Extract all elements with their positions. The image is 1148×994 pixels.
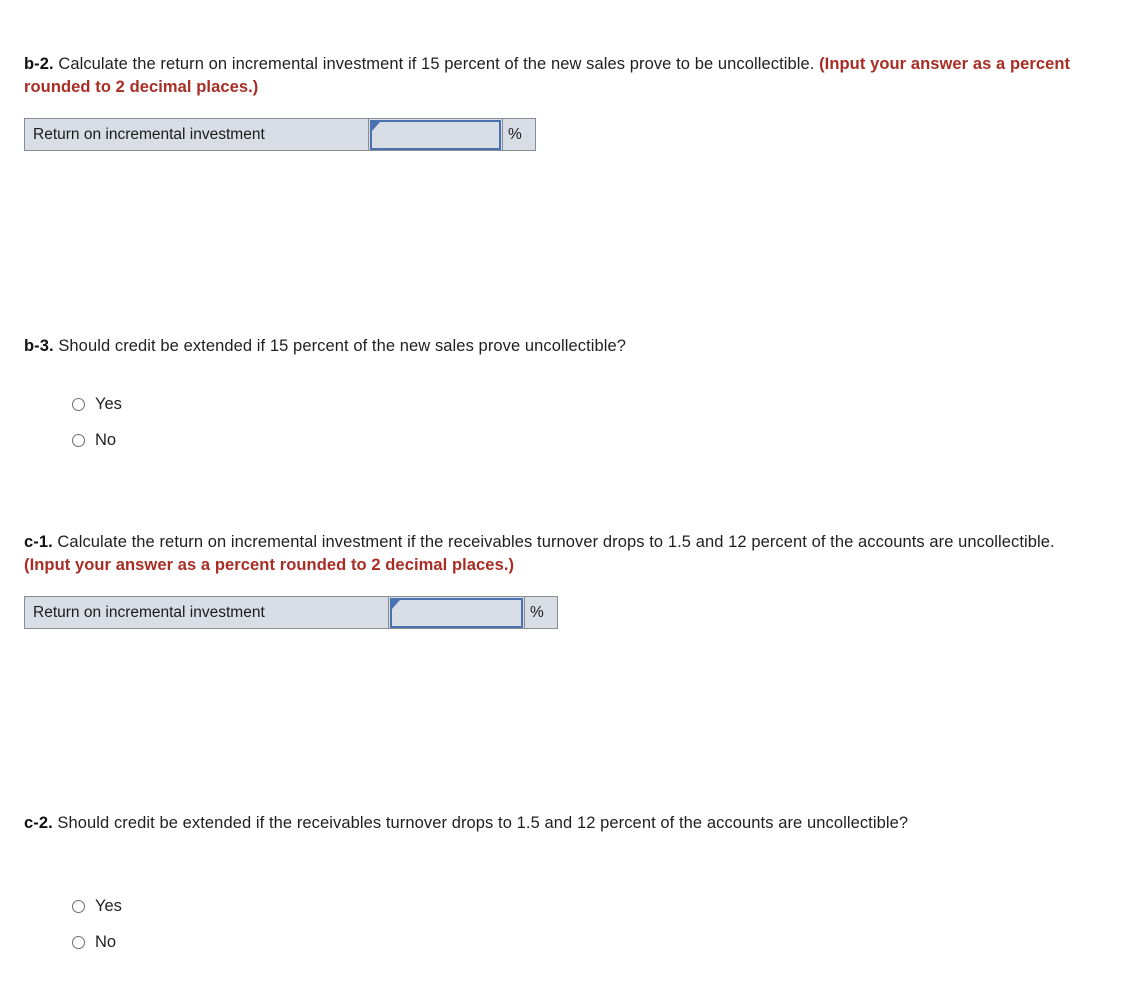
radio-group-b-3: Yes No [72,386,122,458]
return-on-incremental-investment-input-c-1[interactable] [390,597,523,628]
radio-option-c-2-no[interactable]: No [72,924,122,960]
worksheet-page: b-2. Calculate the return on incremental… [0,0,1148,994]
radio-option-label: Yes [95,896,122,915]
table-row: Return on incremental investment % [24,118,536,151]
radio-option-b-3-yes[interactable]: Yes [72,386,122,422]
table-row: Return on incremental investment % [24,596,558,629]
question-b-3-number: b-3. [24,336,54,355]
answer-row-label-c-1: Return on incremental investment [24,596,389,629]
answer-row-label-b-2: Return on incremental investment [24,118,369,151]
answer-table-b-2: Return on incremental investment % [24,118,536,151]
answer-input-cell-b-2[interactable] [368,118,503,151]
radio-button-icon[interactable] [72,935,85,949]
radio-option-label: Yes [95,394,122,413]
entry-wrapper [370,119,501,150]
radio-group-c-2: Yes No [72,888,122,960]
radio-button-icon[interactable] [72,397,85,411]
question-c-1: c-1. Calculate the return on incremental… [24,531,1070,578]
radio-option-c-2-yes[interactable]: Yes [72,888,122,924]
question-c-2-number: c-2. [24,813,53,832]
answer-unit-b-2: % [502,118,536,151]
question-c-1-note: (Input your answer as a percent rounded … [24,555,515,574]
question-c-2: c-2. Should credit be extended if the re… [24,812,1024,835]
answer-input-cell-c-1[interactable] [388,596,525,629]
question-c-1-number: c-1. [24,532,53,551]
question-c-1-text: Calculate the return on incremental inve… [52,532,1055,551]
answer-unit-c-1: % [524,596,558,629]
answer-table-c-1: Return on incremental investment % [24,596,558,629]
return-on-incremental-investment-input-b-2[interactable] [370,119,501,150]
question-b-2-number: b-2. [24,54,54,73]
question-b-2: b-2. Calculate the return on incremental… [24,53,1136,100]
question-b-3: b-3. Should credit be extended if 15 per… [24,335,1124,358]
radio-button-icon[interactable] [72,899,85,913]
question-b-2-text: Calculate the return on incremental inve… [53,54,820,73]
entry-wrapper [390,597,523,628]
question-c-2-text: Should credit be extended if the receiva… [52,813,909,832]
question-b-3-text: Should credit be extended if 15 percent … [53,336,627,355]
radio-option-label: No [95,932,117,951]
radio-option-label: No [95,430,117,449]
radio-button-icon[interactable] [72,433,85,447]
radio-option-b-3-no[interactable]: No [72,422,122,458]
